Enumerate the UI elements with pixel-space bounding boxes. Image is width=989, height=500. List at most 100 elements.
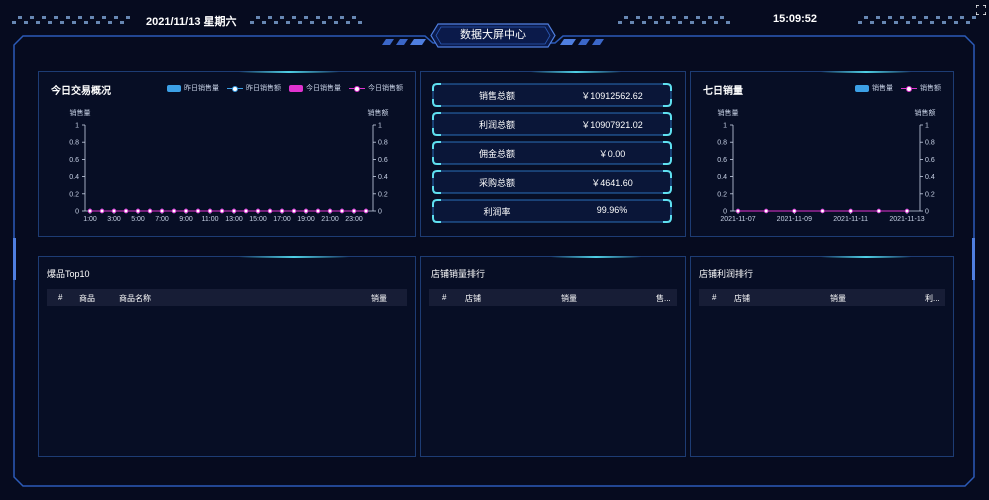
today-overview-panel: 今日交易概况 昨日销售量 昨日销售额 今日销售量 今日销售额 销售量 销售额 0 0 0… [38,71,416,237]
data-point [363,208,369,214]
data-point [243,208,249,214]
panel-title: 爆品Top10 [47,269,90,279]
kpi-item: 利润总额 ￥10907921.02 [432,112,672,136]
data-point [99,208,105,214]
table-header: # 店铺 销量 售... [429,289,677,306]
y-tick-label: 0.6 [69,157,79,164]
column-header[interactable]: 店铺 [465,293,481,304]
kpi-value: ￥10907921.02 [581,120,643,130]
column-header[interactable]: 售... [656,293,671,304]
data-point [792,208,797,214]
column-header[interactable]: 利... [925,293,940,304]
today-line-chart: 销售量 销售额0 00.2 0.20.4 0.40.6 0.60.8 0.81 11:00 3:… [69,108,389,223]
x-tick-label: 2021-11-13 [889,216,924,223]
x-tick-label: 1:00 [83,216,97,223]
column-header[interactable]: # [442,293,446,302]
column-header[interactable]: 店铺 [734,293,750,304]
kpi-item: 采购总额 ￥4641.60 [432,170,672,194]
y-tick-label: 0 [723,209,727,216]
y-tick-label: 0.4 [925,174,935,181]
y-tick-label: 0.2 [925,191,935,198]
header-date: 2021/11/13 星期六 [146,16,237,28]
table-header: # 商品 商品名称 销量 [47,289,407,306]
y-axis-label-left: 销售量 [70,108,91,117]
y-tick-label: 1 [925,123,929,130]
panel-accent [531,71,621,73]
data-point [291,208,297,214]
panel-accent [239,256,349,258]
title-decor-left [382,39,426,45]
data-point [135,208,141,214]
table-header: # 店铺 销量 利... [699,289,945,306]
data-point [351,208,357,214]
screen-title-text: 数据大屏中心 [460,29,526,41]
kpi-value: ￥10912562.62 [581,91,643,101]
x-tick-label: 9:00 [179,216,193,223]
kpi-item: 销售总额 ￥10912562.62 [432,83,672,107]
panel-accent [551,256,641,258]
y-axis-label-right: 销售额 [915,108,936,117]
column-header[interactable]: 销量 [371,293,387,304]
kpi-label: 佣金总额 [478,149,515,159]
data-point [267,208,273,214]
y-tick-label: 0.4 [69,174,79,181]
kpi-label: 采购总额 [478,178,515,188]
data-point [231,208,237,214]
data-point [87,208,93,214]
x-tick-label: 19:00 [297,216,315,223]
fullscreen-icon[interactable] [975,4,987,16]
x-tick-label: 23:00 [345,216,363,223]
data-point [159,208,165,214]
data-point [735,208,741,214]
kpi-value: 99.96% [596,205,628,215]
data-point [315,208,321,214]
kpi-item: 利润率 99.96% [432,199,672,223]
data-point [171,208,177,214]
data-point [147,208,153,214]
y-axis-label-right: 销售额 [368,108,389,117]
y-tick-label: 0.8 [925,140,935,147]
x-tick-label: 5:00 [131,216,145,223]
y-tick-label: 0 [925,209,929,216]
y-tick-label: 0.8 [69,140,79,147]
data-point [195,208,201,214]
y-axis-label-left: 销售量 [718,108,739,117]
column-header[interactable]: # [712,293,716,302]
x-tick-label: 13:00 [225,216,243,223]
kpi-label: 利润总额 [478,120,515,130]
x-tick-label: 2021-11-11 [833,216,868,223]
y-tick-label: 0.8 [378,140,388,147]
column-header[interactable]: 商品 [79,293,95,304]
header-time: 15:09:52 [773,13,818,25]
column-header[interactable]: # [58,293,62,302]
y-tick-label: 0.2 [69,191,79,198]
x-tick-label: 2021-11-09 [777,216,812,223]
column-header[interactable]: 销量 [830,293,846,304]
seven-day-panel: 七日销量 销售量 销售额 销售量 销售额 0 0 0.2 0.2 0.4 0.4 0.6 0.6 0… [690,71,954,237]
x-tick-label: 7:00 [155,216,169,223]
x-tick-label: 15:00 [249,216,267,223]
column-header[interactable]: 销量 [561,293,577,304]
column-header[interactable]: 商品名称 [119,293,151,304]
y-tick-label: 1 [75,123,79,130]
data-point [876,208,882,214]
data-point [303,208,309,214]
data-point [111,208,117,214]
y-tick-label: 0 [75,209,79,216]
data-point [327,208,333,214]
title-decor-right [560,39,604,45]
y-tick-label: 0.6 [925,157,935,164]
data-point [183,208,189,214]
panel-title: 店铺销量排行 [431,269,486,279]
decor-strip-left-2 [250,16,362,25]
kpi-value: ￥0.00 [598,149,626,159]
x-tick-label: 21:00 [321,216,339,223]
seven-day-line-chart: 销售量 销售额 0 0 0.2 0.2 0.4 0.4 0.6 0.6 0.8 0.8 1 1 2021-1… [717,108,936,223]
data-point [255,208,261,214]
x-tick-label: 3:00 [107,216,121,223]
kpi-label: 利润率 [483,207,511,217]
data-point [219,208,225,214]
data-point [904,208,910,214]
data-point [848,208,853,214]
x-tick-label: 2021-11-07 [720,216,755,223]
